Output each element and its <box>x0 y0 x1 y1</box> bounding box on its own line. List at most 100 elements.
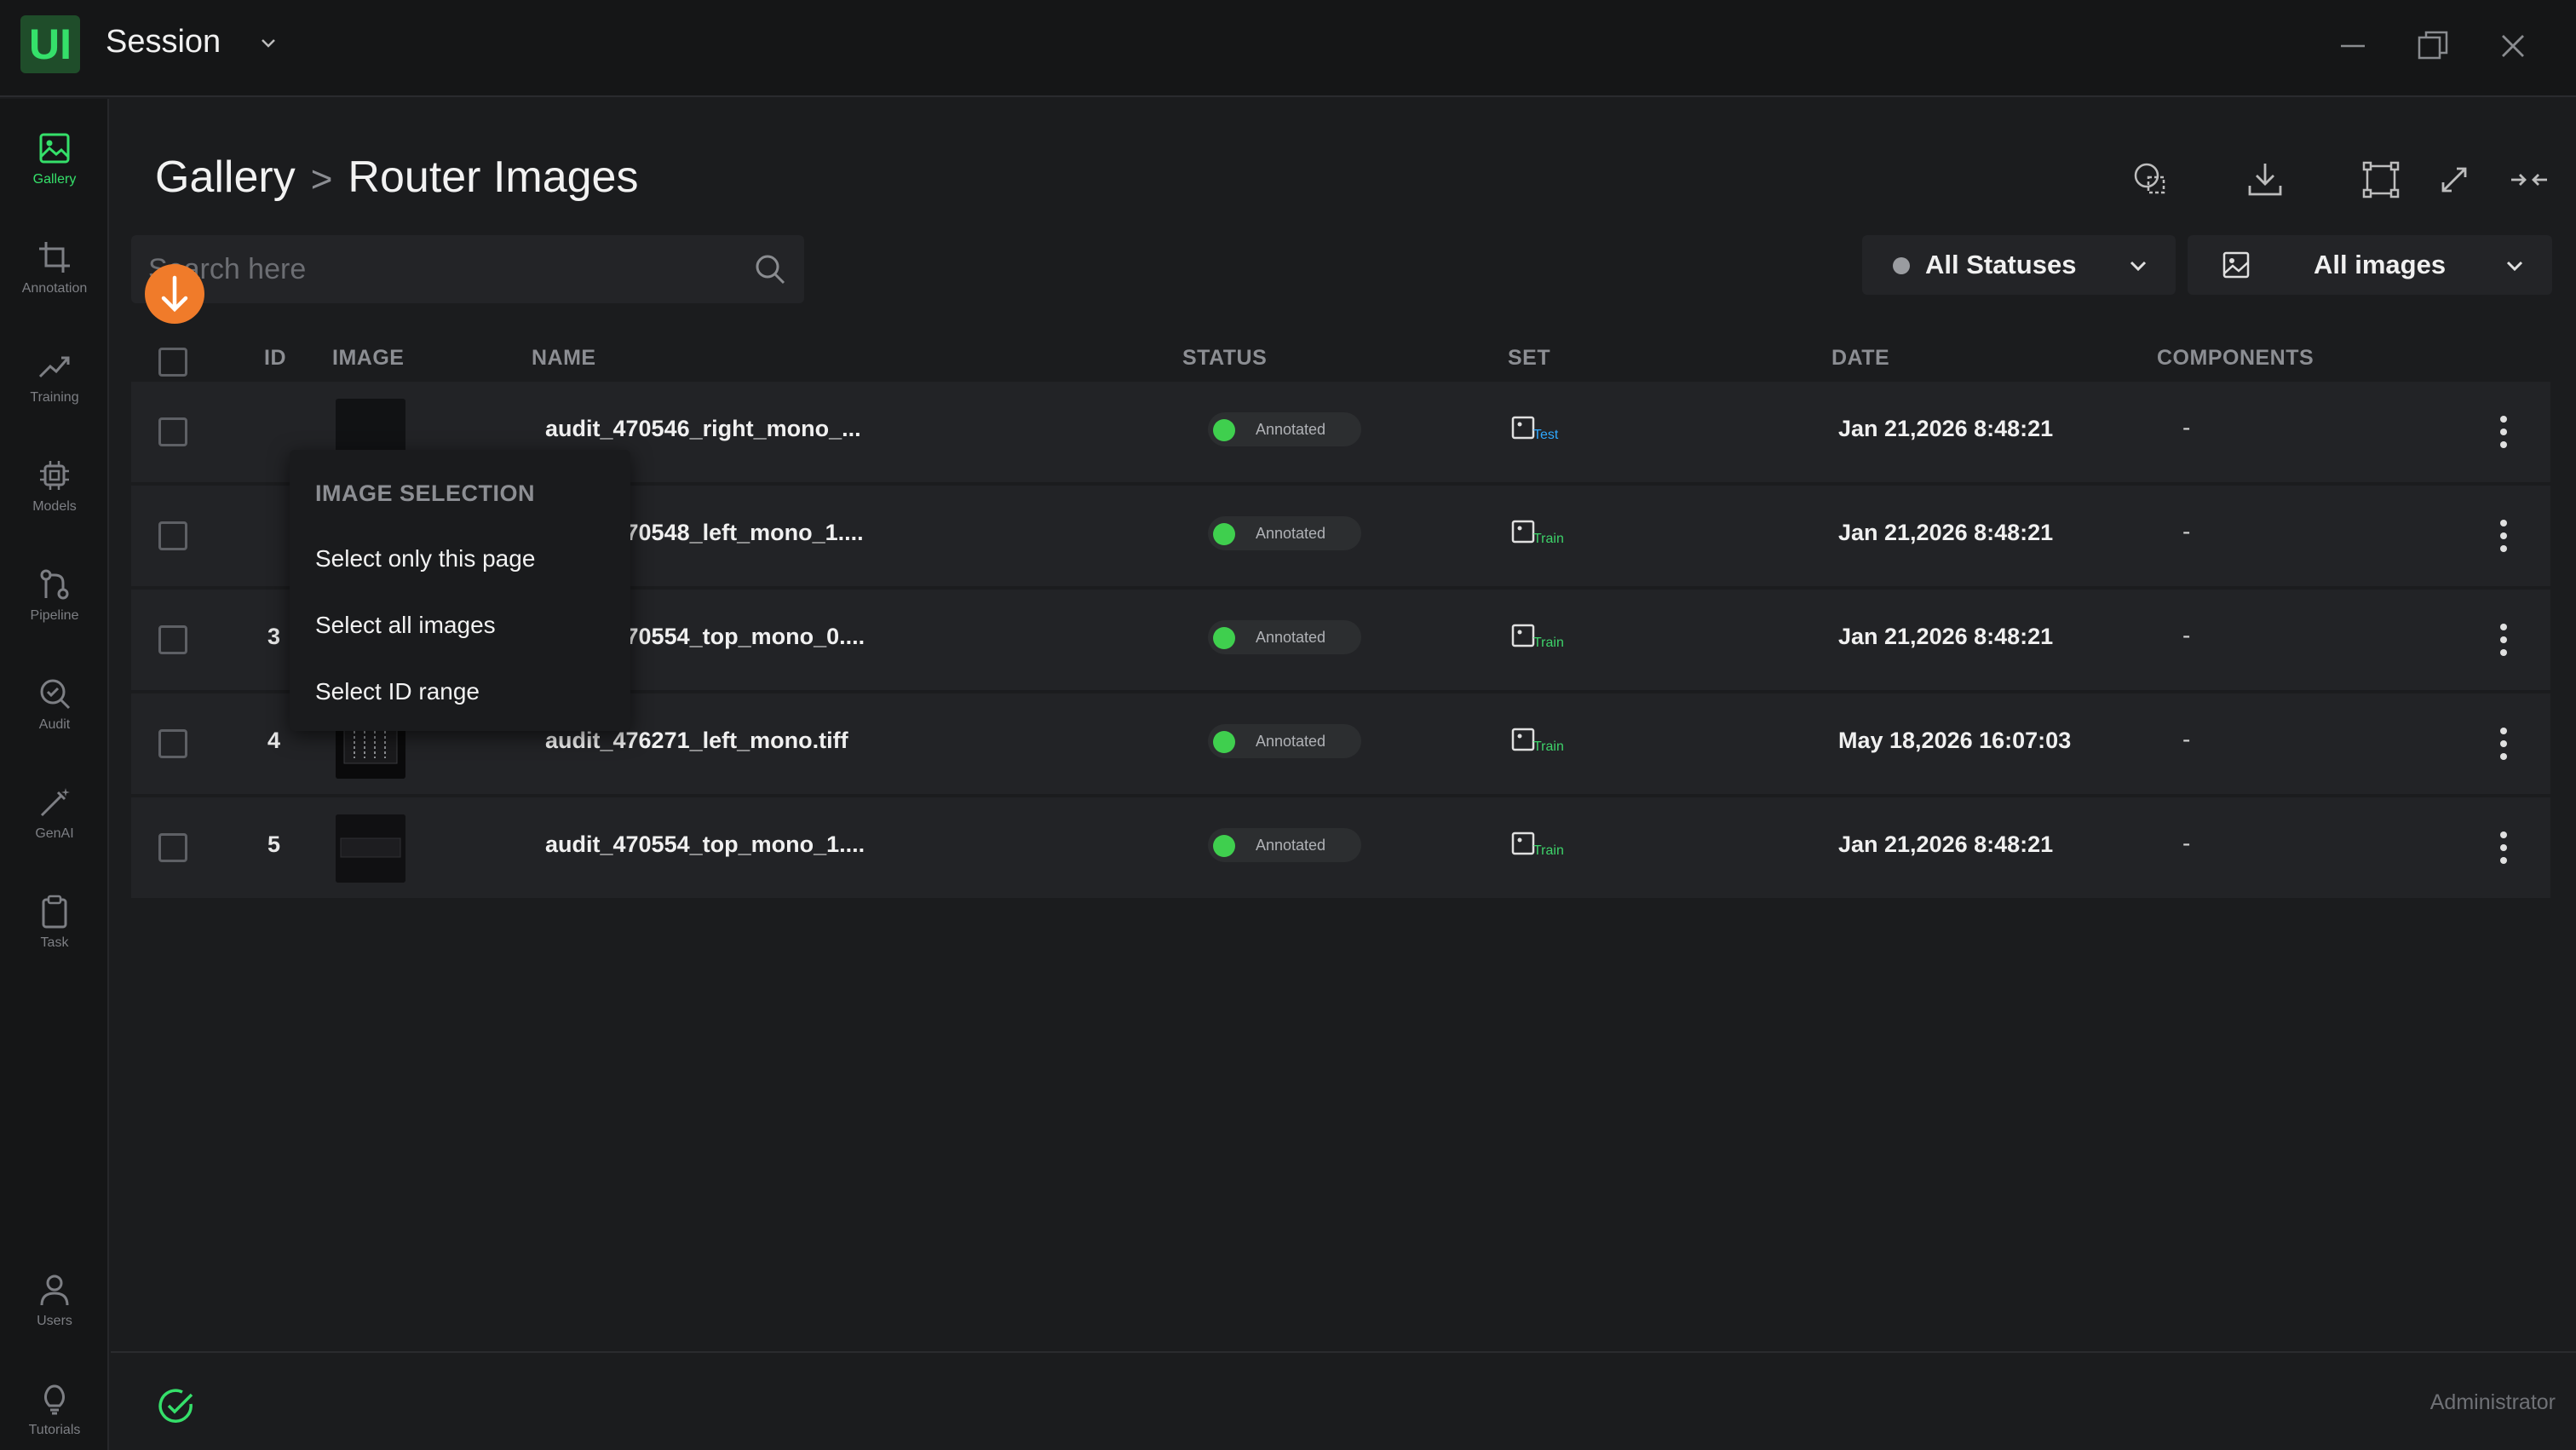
chip-icon <box>40 461 69 490</box>
sidebar-item-genai[interactable]: GenAI <box>0 777 109 871</box>
status-dot <box>1213 731 1235 753</box>
column-header-name[interactable]: NAME <box>532 346 596 371</box>
trend-icon <box>38 356 70 378</box>
title-bar: UI Session <box>0 0 2576 97</box>
row-date: Jan 21,2026 8:48:21 <box>1838 624 2054 649</box>
download-icon[interactable] <box>2244 158 2286 201</box>
images-filter-dropdown[interactable]: All images <box>2188 235 2552 295</box>
user-icon <box>40 1275 69 1306</box>
close-icon[interactable] <box>2493 26 2533 66</box>
status-filter-label: All Statuses <box>1925 250 2077 279</box>
restore-icon[interactable] <box>2412 26 2453 66</box>
status-dot <box>1893 257 1910 274</box>
more-options-icon[interactable] <box>2491 515 2516 557</box>
sidebar-item-audit[interactable]: Audit <box>0 668 109 762</box>
expand-icon[interactable] <box>2433 158 2475 201</box>
select-all-checkbox[interactable] <box>158 348 187 377</box>
sidebar-item-gallery[interactable]: Gallery <box>0 123 109 216</box>
image-selection-menu: IMAGE SELECTION Select only this page Se… <box>290 450 630 731</box>
row-components: - <box>2182 518 2191 544</box>
breadcrumb-root[interactable]: Gallery <box>155 152 296 202</box>
row-id: 3 <box>267 624 281 649</box>
set-badge: Test <box>1511 412 1579 450</box>
row-components: - <box>2182 830 2191 856</box>
sidebar-item-label: Users <box>37 1314 72 1328</box>
more-options-icon[interactable] <box>2491 826 2516 869</box>
check-circle-icon <box>158 1389 193 1423</box>
row-components: - <box>2182 622 2191 648</box>
sidebar-item-users[interactable]: Users <box>0 1264 109 1358</box>
row-name: audit_476271_left_mono.tiff <box>545 728 848 753</box>
sidebar-item-models[interactable]: Models <box>0 450 109 544</box>
set-label: Train <box>1533 843 1564 858</box>
router-thumbnail-image <box>336 814 405 883</box>
table-row[interactable]: 5 audit_470554_top_mono_1.... Annotated … <box>131 797 2550 898</box>
main-content: Gallery > Router Images All Statuses <box>111 99 2576 1351</box>
status-dot <box>1213 523 1235 545</box>
status-dot <box>1213 835 1235 857</box>
status-filter-dropdown[interactable]: All Statuses <box>1862 235 2176 295</box>
row-checkbox[interactable] <box>158 521 187 550</box>
status-dot <box>1213 419 1235 441</box>
set-badge: Train <box>1511 516 1579 554</box>
set-label: Train <box>1533 532 1564 546</box>
sidebar-item-label: Pipeline <box>30 608 79 623</box>
more-options-icon[interactable] <box>2491 619 2516 661</box>
pipeline-icon <box>40 569 69 600</box>
row-checkbox[interactable] <box>158 833 187 862</box>
magic-wand-icon <box>40 788 70 817</box>
sidebar: Gallery Annotation Training Models Pipel… <box>0 99 109 1450</box>
more-options-icon[interactable] <box>2491 411 2516 453</box>
menu-item-select-page[interactable]: Select only this page <box>315 545 535 573</box>
sidebar-item-label: Training <box>30 390 79 405</box>
more-options-icon[interactable] <box>2491 722 2516 765</box>
column-header-id[interactable]: ID <box>264 346 286 371</box>
session-title[interactable]: Session <box>106 24 221 60</box>
sidebar-item-label: Tutorials <box>28 1423 81 1437</box>
image-icon <box>2222 251 2250 279</box>
menu-item-select-id-range[interactable]: Select ID range <box>315 678 480 705</box>
status-dot <box>1213 627 1235 649</box>
compare-icon[interactable] <box>2130 158 2172 201</box>
arrow-down-icon <box>161 275 188 313</box>
bounding-box-icon[interactable] <box>2360 158 2402 201</box>
chevron-down-icon[interactable] <box>256 31 281 56</box>
row-date: Jan 21,2026 8:48:21 <box>1838 416 2054 441</box>
column-header-set[interactable]: SET <box>1508 346 1550 371</box>
search-input[interactable] <box>148 235 727 303</box>
sidebar-item-tutorials[interactable]: Tutorials <box>0 1373 109 1450</box>
column-header-status[interactable]: STATUS <box>1182 346 1267 371</box>
selection-toggle-button[interactable] <box>145 264 204 324</box>
status-text: Annotated <box>1256 837 1326 854</box>
crop-icon <box>39 242 70 273</box>
row-date: Jan 21,2026 8:48:21 <box>1838 520 2054 545</box>
row-id: 5 <box>267 831 281 857</box>
sidebar-item-annotation[interactable]: Annotation <box>0 232 109 325</box>
row-checkbox[interactable] <box>158 417 187 446</box>
row-components: - <box>2182 414 2191 440</box>
row-checkbox[interactable] <box>158 625 187 654</box>
audit-icon <box>40 679 71 710</box>
row-id: 4 <box>267 728 281 753</box>
row-name: audit_470554_top_mono_1.... <box>545 831 865 857</box>
status-text: Annotated <box>1256 421 1326 438</box>
chevron-down-icon <box>2506 261 2523 272</box>
search-icon[interactable] <box>753 252 787 286</box>
menu-item-select-all[interactable]: Select all images <box>315 612 496 639</box>
sidebar-item-training[interactable]: Training <box>0 341 109 434</box>
sidebar-item-task[interactable]: Task <box>0 886 109 980</box>
image-thumbnail[interactable] <box>336 814 405 883</box>
clipboard-icon <box>42 895 67 929</box>
sidebar-item-pipeline[interactable]: Pipeline <box>0 559 109 653</box>
set-badge: Train <box>1511 620 1579 658</box>
column-header-date[interactable]: DATE <box>1831 346 1889 371</box>
sidebar-item-label: Task <box>40 935 69 950</box>
row-name: audit_470546_right_mono_... <box>545 416 861 441</box>
row-checkbox[interactable] <box>158 729 187 758</box>
minimize-icon[interactable] <box>2332 26 2373 66</box>
set-label: Train <box>1533 636 1564 650</box>
app-logo: UI <box>20 15 80 73</box>
row-components: - <box>2182 726 2191 752</box>
collapse-icon[interactable] <box>2508 158 2550 201</box>
column-header-components: COMPONENTS <box>2157 346 2314 370</box>
